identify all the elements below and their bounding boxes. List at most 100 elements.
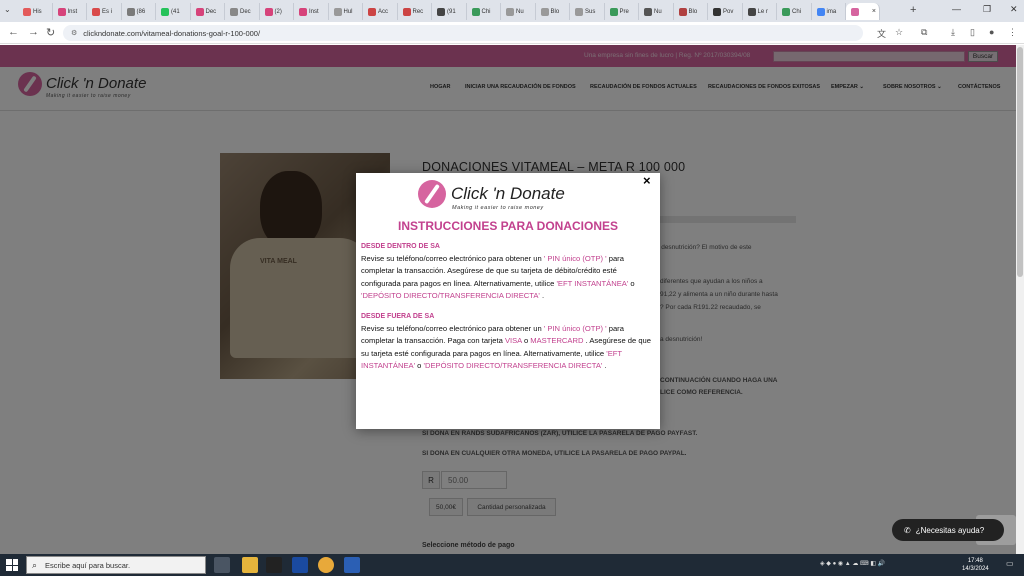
browser-tab[interactable]: Le r xyxy=(743,3,777,20)
tab-label: Dec xyxy=(240,8,251,15)
browser-tab-active[interactable]: × xyxy=(846,3,880,20)
browser-tab[interactable]: His xyxy=(18,3,53,20)
browser-tab[interactable]: Dec xyxy=(225,3,260,20)
tab-favicon-icon xyxy=(678,7,687,16)
tab-favicon-icon xyxy=(506,7,514,16)
app-icon[interactable] xyxy=(292,557,308,573)
side-panel-icon[interactable]: ▯ xyxy=(970,27,975,38)
tab-label: ima xyxy=(826,8,837,15)
modal-logo-mark-icon xyxy=(418,180,446,208)
tab-label: Inst xyxy=(67,8,78,15)
task-view-icon[interactable] xyxy=(214,557,230,573)
tab-favicon-icon xyxy=(161,7,169,16)
tab-favicon-icon xyxy=(851,7,859,16)
word-icon[interactable] xyxy=(344,557,360,573)
modal-close-icon[interactable]: × xyxy=(643,173,651,188)
tab-favicon-icon xyxy=(264,7,273,16)
tab-label: Blo xyxy=(688,8,698,15)
tab-label: Pre xyxy=(619,8,629,15)
tab-favicon-icon xyxy=(299,7,307,16)
address-bar-row: ← → ↻ ⚙ clickndonate.com/vitameal-donati… xyxy=(0,22,1024,44)
tab-label: Acc xyxy=(378,8,389,15)
taskbar-clock[interactable]: 17:48 14/3/2024 xyxy=(962,557,989,573)
browser-tab-bar: ⌄ His Inst Es i (86 (41 Dec Dec (2) Inst Hul Acc Re… xyxy=(0,0,1024,22)
bookmark-star-icon[interactable]: ☆ xyxy=(895,27,903,38)
tab-favicon-icon xyxy=(471,7,480,16)
browser-tab[interactable]: Inst xyxy=(53,3,87,20)
profile-avatar-icon[interactable]: ● xyxy=(989,27,994,37)
tab-close-icon[interactable]: × xyxy=(872,8,876,15)
tab-label: Blo xyxy=(550,8,560,15)
taskbar-search-input[interactable]: ⌕ Escribe aquí para buscar. xyxy=(26,556,206,574)
browser-tab[interactable]: Dec xyxy=(191,3,225,20)
tab-label: Inst xyxy=(309,8,319,15)
browser-tab[interactable]: ima xyxy=(812,3,846,20)
browser-tab[interactable]: (2) xyxy=(260,3,294,20)
tab-label: His xyxy=(33,8,42,15)
browser-tab[interactable]: Acc xyxy=(363,3,398,20)
search-icon: ⌕ xyxy=(32,560,38,570)
tab-favicon-icon xyxy=(195,7,204,16)
browser-tab[interactable]: Hul xyxy=(329,3,363,20)
taskbar-search-placeholder: Escribe aquí para buscar. xyxy=(45,560,131,570)
tab-label: Nu xyxy=(654,8,662,15)
forward-icon[interactable]: → xyxy=(28,26,39,38)
whatsapp-label: ¿Necesitas ayuda? xyxy=(915,525,985,535)
capcut-icon[interactable] xyxy=(266,557,282,573)
tab-label: Le r xyxy=(757,8,768,15)
browser-tab[interactable]: Nu xyxy=(501,3,536,20)
translate-icon[interactable]: 文 xyxy=(877,27,886,40)
back-icon[interactable]: ← xyxy=(8,26,19,38)
browser-tab[interactable]: Pre xyxy=(605,3,639,20)
tab-favicon-icon xyxy=(402,7,411,16)
tab-search-icon[interactable]: ⌄ xyxy=(4,5,11,14)
browser-tab[interactable]: Nu xyxy=(639,3,674,20)
tab-favicon-icon xyxy=(368,7,376,16)
browser-tab[interactable]: Sus xyxy=(570,3,605,20)
whatsapp-icon: ✆ xyxy=(904,525,911,535)
clock-time: 17:48 xyxy=(967,558,983,564)
browser-tab[interactable]: (41 xyxy=(156,3,191,20)
download-icon[interactable]: ⤓ xyxy=(951,27,955,38)
page-scrollbar-thumb[interactable] xyxy=(1017,47,1023,277)
tab-label: Rec xyxy=(412,8,424,15)
tab-label: Chi xyxy=(481,8,491,15)
tab-favicon-icon xyxy=(23,7,31,16)
tab-label: Chi xyxy=(792,8,802,15)
start-windows-icon[interactable] xyxy=(6,559,18,571)
tab-favicon-icon xyxy=(437,7,445,16)
browser-tab[interactable]: Inst xyxy=(294,3,329,20)
modal-logo-text: Click 'n Donate xyxy=(451,184,565,203)
file-explorer-icon[interactable] xyxy=(242,557,258,573)
extensions-icon[interactable]: ⧉ xyxy=(921,27,927,38)
browser-tab[interactable]: Blo xyxy=(674,3,708,20)
clock-date: 14/3/2024 xyxy=(962,566,989,572)
windows-taskbar: ⌕ Escribe aquí para buscar. ◈ ◆ ● ◉ ▲ ☁ … xyxy=(0,554,1024,576)
chrome-icon[interactable] xyxy=(318,557,334,573)
browser-tab[interactable]: (91 xyxy=(432,3,467,20)
browser-tab[interactable]: Chi xyxy=(467,3,501,20)
url-input[interactable]: ⚙ clickndonate.com/vitameal-donations-go… xyxy=(63,25,863,41)
browser-tab[interactable]: Chi xyxy=(777,3,812,20)
whatsapp-help-button[interactable]: ✆ ¿Necesitas ayuda? xyxy=(892,519,1004,541)
tab-favicon-icon xyxy=(57,7,66,16)
tab-favicon-icon xyxy=(782,7,790,16)
kebab-menu-icon[interactable]: ⋮ xyxy=(1008,27,1017,38)
system-tray-icons[interactable]: ◈ ◆ ● ◉ ▲ ☁ ⌨ ◧ 🔊 xyxy=(820,560,885,567)
browser-tab[interactable]: Blo xyxy=(536,3,570,20)
donation-instructions-modal: × Click 'n Donate Making it easier to ra… xyxy=(356,173,660,429)
section-title-outside-sa: DESDE FUERA DE SA xyxy=(361,313,435,320)
browser-tab[interactable]: Es i xyxy=(87,3,122,20)
new-tab-button[interactable]: + xyxy=(910,4,916,16)
minimize-icon[interactable]: — xyxy=(952,4,961,14)
tab-strip: His Inst Es i (86 (41 Dec Dec (2) Inst Hul Acc Rec (… xyxy=(18,3,880,20)
notification-icon[interactable]: ▭ xyxy=(1006,559,1014,568)
browser-tab[interactable]: (86 xyxy=(122,3,156,20)
browser-tab[interactable]: Rec xyxy=(398,3,432,20)
maximize-icon[interactable]: ❐ xyxy=(983,4,991,15)
tab-favicon-icon xyxy=(92,7,100,16)
reload-icon[interactable]: ↻ xyxy=(46,26,55,39)
browser-tab[interactable]: Pov xyxy=(708,3,743,20)
site-info-icon[interactable]: ⚙ xyxy=(71,29,77,37)
close-window-icon[interactable]: ✕ xyxy=(1010,4,1018,15)
